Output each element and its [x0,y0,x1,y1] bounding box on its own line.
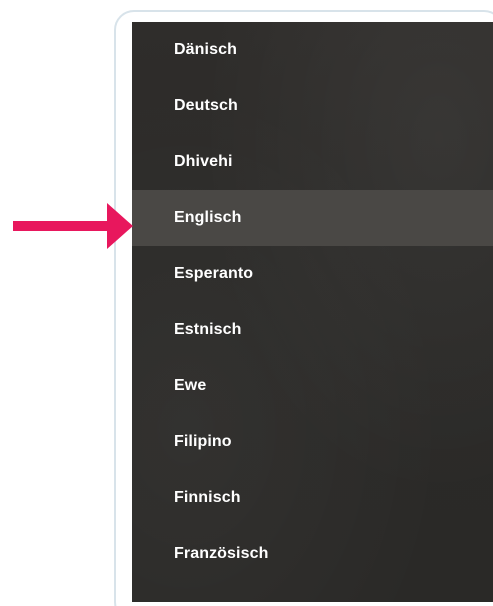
language-option-deutsch[interactable]: Deutsch [132,78,493,134]
language-option-filipino[interactable]: Filipino [132,414,493,470]
language-option-franzoesisch[interactable]: Französisch [132,526,493,582]
screenshot-canvas: Dänisch Deutsch Dhivehi Englisch Esperan… [0,0,493,606]
language-option-estnisch[interactable]: Estnisch [132,302,493,358]
arrow-right-icon [13,203,133,249]
arrow-head [107,203,133,249]
language-option-esperanto[interactable]: Esperanto [132,246,493,302]
language-list: Dänisch Deutsch Dhivehi Englisch Esperan… [132,22,493,582]
language-option-dhivehi[interactable]: Dhivehi [132,134,493,190]
language-menu: Dänisch Deutsch Dhivehi Englisch Esperan… [132,22,493,602]
language-option-daenisch[interactable]: Dänisch [132,22,493,78]
language-option-ewe[interactable]: Ewe [132,358,493,414]
language-option-finnisch[interactable]: Finnisch [132,470,493,526]
language-option-englisch[interactable]: Englisch [132,190,493,246]
arrow-shaft [13,221,111,231]
